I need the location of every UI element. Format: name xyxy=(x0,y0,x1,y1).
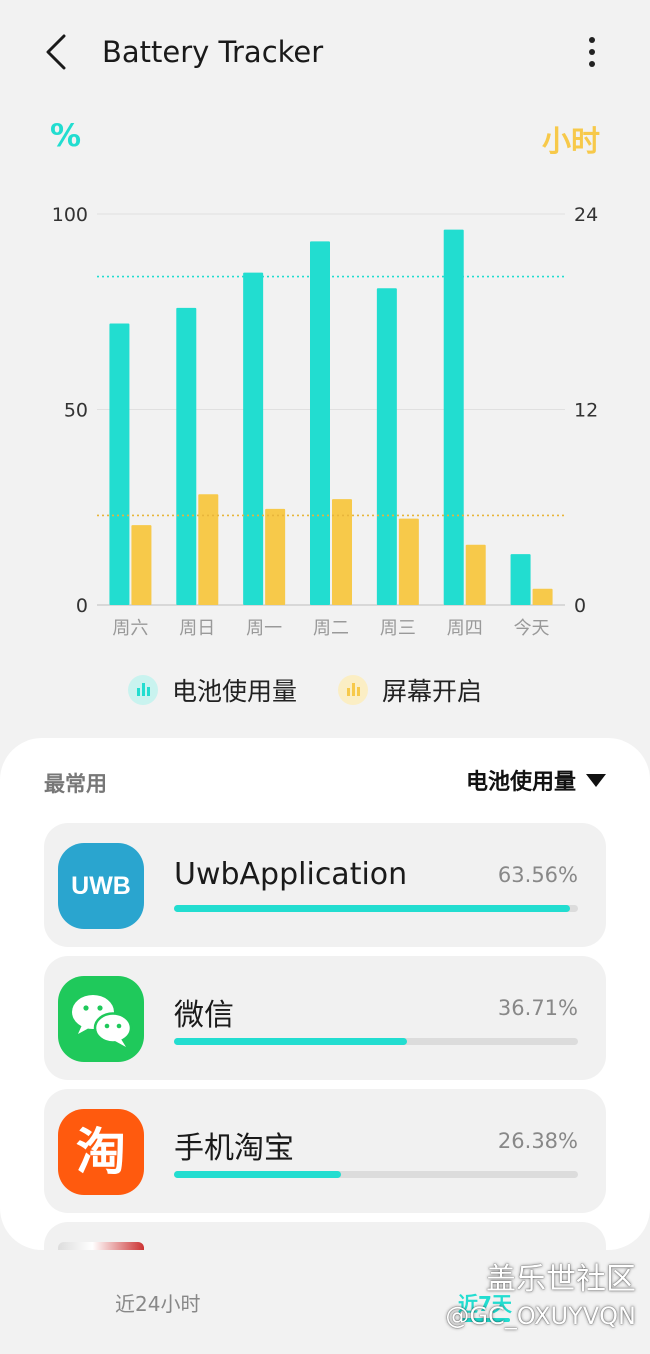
bar-chart-icon xyxy=(338,675,368,705)
app-list-item[interactable] xyxy=(44,1222,606,1250)
wechat-bubbles xyxy=(72,995,133,1047)
bar-screen-on xyxy=(198,494,219,605)
taobao-icon: 淘 xyxy=(58,1109,144,1195)
tab-24-hours[interactable]: 近24小时 xyxy=(115,1288,200,1317)
sort-dropdown[interactable]: 电池使用量 xyxy=(466,762,606,798)
watermark-title: 盖乐世社区 xyxy=(486,1262,636,1297)
caret-down-icon xyxy=(586,773,606,787)
app-percent: 63.56% xyxy=(497,863,578,887)
sort-dropdown-label: 电池使用量 xyxy=(465,770,576,795)
x-axis-tick-label: 今天 xyxy=(514,618,550,639)
app-list-item[interactable]: 微信 36.71% xyxy=(44,956,606,1080)
chevron-left-icon xyxy=(46,34,66,70)
section-label: 最常用 xyxy=(44,772,107,796)
x-axis-tick-label: 周六 xyxy=(112,618,148,639)
x-axis-tick-label: 周三 xyxy=(380,618,416,639)
usage-bar-track xyxy=(174,1038,578,1045)
more-vertical-icon xyxy=(589,37,595,43)
app-icon xyxy=(58,1242,144,1250)
legend-item-screen[interactable]: 屏幕开启 xyxy=(338,668,482,712)
top-app-bar: Battery Tracker xyxy=(0,0,650,104)
app-name: 微信 xyxy=(174,998,234,1033)
watermark-handle: @GC_OXUYVQN xyxy=(445,1302,636,1330)
app-name: 手机淘宝 xyxy=(174,1131,294,1166)
left-axis-unit: % xyxy=(50,118,82,154)
chart-legend: 电池使用量 屏幕开启 xyxy=(0,668,650,712)
legend-label: 屏幕开启 xyxy=(382,677,483,706)
app-usage-card: 最常用 电池使用量 UWB UwbApplication 63.56% 微信 3… xyxy=(0,738,650,1250)
usage-bar-track xyxy=(174,905,578,912)
usage-bar-fill xyxy=(174,1038,408,1045)
bar-battery-usage xyxy=(243,272,264,605)
bar-battery-usage xyxy=(310,241,330,605)
usage-bar-fill xyxy=(174,1171,341,1178)
usage-bar-track xyxy=(174,1171,578,1178)
more-vertical-icon-dot xyxy=(589,61,595,67)
usage-bar-fill xyxy=(174,905,570,912)
back-button[interactable] xyxy=(36,28,80,76)
legend-label: 电池使用量 xyxy=(172,677,298,706)
bar-screen-on xyxy=(131,525,152,605)
bar-screen-on xyxy=(465,544,486,605)
x-axis-tick-label: 周一 xyxy=(246,618,282,639)
bar-battery-usage xyxy=(510,554,531,605)
left-axis-tick-label: 100 xyxy=(52,204,88,226)
x-axis-tick-label: 周四 xyxy=(447,618,483,639)
wechat-icon xyxy=(58,976,144,1062)
left-axis-tick-label: 50 xyxy=(64,400,88,422)
bar-screen-on xyxy=(532,588,553,605)
bar-battery-usage xyxy=(109,323,130,605)
legend-item-battery[interactable]: 电池使用量 xyxy=(128,668,297,712)
uwb-app-icon-text: UWB xyxy=(71,871,131,900)
battery-usage-chart[interactable]: 0 50 100 0 12 24 周六 周日 周一 周二 周三 周四 今天 xyxy=(0,190,650,650)
app-name: UwbApplication xyxy=(174,857,408,892)
right-axis-unit: 小时 xyxy=(541,124,600,158)
left-axis-tick-label: 0 xyxy=(76,595,88,617)
right-axis-tick-label: 24 xyxy=(574,204,598,226)
app-percent: 26.38% xyxy=(497,1129,578,1153)
app-list-item[interactable]: 淘 手机淘宝 26.38% xyxy=(44,1089,606,1213)
x-axis-tick-label: 周日 xyxy=(179,618,215,639)
x-axis-tick-label: 周二 xyxy=(313,618,349,639)
bar-battery-usage xyxy=(176,307,197,605)
right-axis-tick-label: 0 xyxy=(574,595,586,617)
more-options-button[interactable] xyxy=(574,28,610,76)
app-percent: 36.71% xyxy=(497,996,578,1020)
app-list-item[interactable]: UWB UwbApplication 63.56% xyxy=(44,823,606,947)
bar-chart-icon xyxy=(128,675,158,705)
bar-screen-on xyxy=(398,518,419,605)
bar-screen-on xyxy=(265,508,286,605)
taobao-icon-text: 淘 xyxy=(76,1123,126,1181)
bar-battery-usage xyxy=(443,229,464,605)
more-vertical-icon-dot xyxy=(589,49,595,55)
page-title: Battery Tracker xyxy=(102,35,324,69)
uwb-app-icon: UWB xyxy=(58,843,144,929)
bar-battery-usage xyxy=(376,288,397,605)
right-axis-tick-label: 12 xyxy=(574,400,598,422)
